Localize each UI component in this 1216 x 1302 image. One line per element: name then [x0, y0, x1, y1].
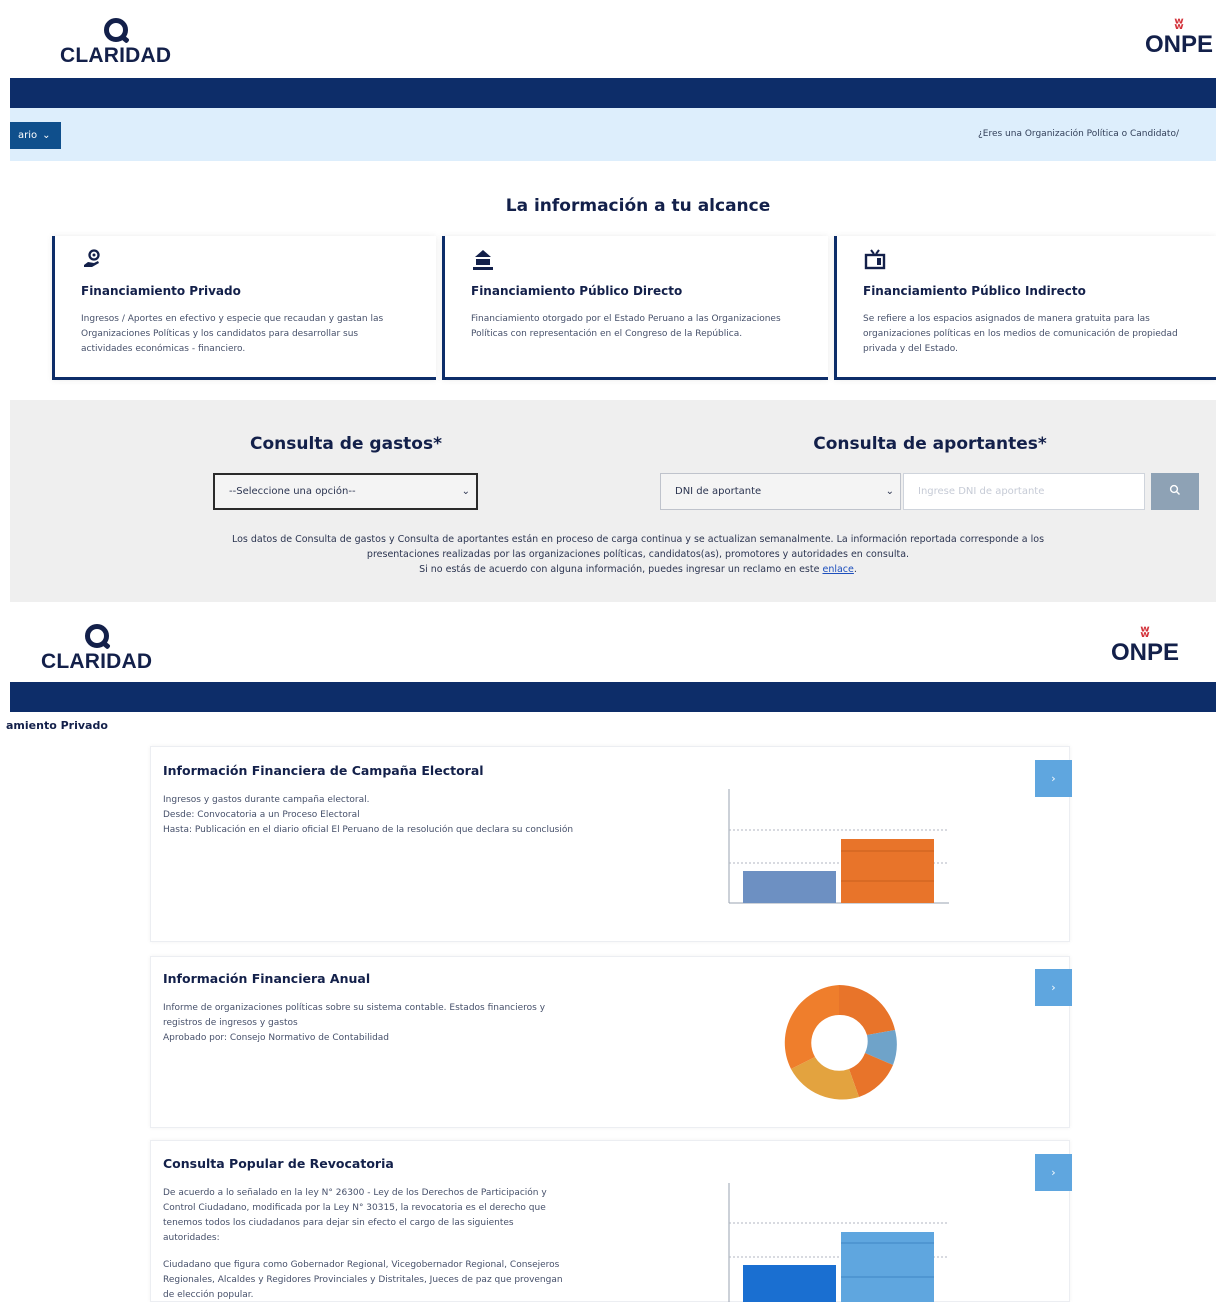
card-description: Se refiere a los espacios asignados de m…	[863, 314, 1178, 354]
chart-bar	[841, 839, 934, 903]
government-building-icon	[471, 248, 802, 274]
claridad-logo-icon	[84, 624, 109, 648]
detail-card-revocatoria[interactable]: Consulta Popular de Revocatoria De acuer…	[150, 1140, 1072, 1302]
detail-line: Aprobado por: Consejo Normativo de Conta…	[163, 1033, 390, 1043]
menu-dropdown-label: ario	[18, 130, 38, 141]
detail-card-financiera-anual[interactable]: Información Financiera Anual Informe de …	[150, 956, 1072, 1128]
reclamo-link[interactable]: enlace	[822, 564, 853, 575]
claridad-logo-text: CLARIDAD	[41, 650, 153, 673]
top-nav-band	[10, 78, 1216, 108]
claridad-logo-second[interactable]: CLARIDAD	[41, 624, 152, 674]
top-nav-band-second	[10, 682, 1216, 712]
claridad-logo-text: CLARIDAD	[60, 44, 172, 67]
claridad-logo[interactable]: CLARIDAD	[60, 18, 171, 68]
claridad-logo-icon	[103, 18, 128, 42]
onpe-logo-icon: ʬ	[1140, 622, 1150, 641]
detail-line: Informe de organizaciones políticas sobr…	[163, 1003, 546, 1028]
open-revocatoria-button[interactable]: ›	[1035, 1154, 1072, 1191]
card-financiamiento-publico-indirecto[interactable]: Financiamiento Público Indirecto Se refi…	[834, 236, 1216, 380]
open-campana-button[interactable]: ›	[1035, 760, 1072, 797]
search-button[interactable]	[1151, 473, 1199, 510]
info-section-title: La información a tu alcance	[505, 196, 771, 216]
card-title: Financiamiento Público Directo	[471, 284, 683, 298]
detail-card-description: Ingresos y gastos durante campaña electo…	[163, 793, 583, 838]
organization-candidate-link[interactable]: ¿Eres una Organización Política o Candid…	[978, 129, 1179, 139]
consulta-gastos-title: Consulta de gastos*	[249, 434, 442, 454]
donut-chart-illustration	[784, 985, 897, 1100]
menu-dropdown-button[interactable]: ario ⌄	[10, 122, 61, 149]
notice-line-3-end: .	[853, 564, 857, 575]
notice-line-1: Los datos de Consulta de gastos y Consul…	[231, 534, 1045, 545]
card-title: Financiamiento Privado	[81, 284, 241, 298]
notice-line-3-text: Si no estás de acuerdo con alguna inform…	[419, 564, 820, 575]
breadcrumb: amiento Privado	[6, 719, 108, 732]
aportantes-select-value: DNI de aportante	[675, 486, 762, 497]
chevron-right-icon: ›	[1051, 772, 1056, 785]
onpe-logo-second[interactable]: ʬ ONPE	[1111, 624, 1179, 666]
card-title: Financiamiento Público Indirecto	[863, 284, 1086, 298]
card-financiamiento-privado[interactable]: Financiamiento Privado Ingresos / Aporte…	[52, 236, 436, 380]
onpe-logo-text: ONPE	[1111, 639, 1180, 666]
card-description: Ingresos / Aportes en efectivo y especie…	[81, 314, 384, 354]
detail-line: Hasta: Publicación en el diario oficial …	[163, 825, 574, 835]
onpe-logo-icon: ʬ	[1174, 14, 1184, 33]
gastos-select-value: --Seleccione una opción--	[229, 486, 356, 497]
gastos-select[interactable]: --Seleccione una opción-- ⌄	[213, 473, 478, 510]
detail-card-campana-electoral[interactable]: Información Financiera de Campaña Electo…	[150, 746, 1072, 942]
notice-line-2: presentaciones realizadas por las organi…	[366, 549, 910, 560]
donut-slice	[784, 985, 839, 1069]
detail-card-title: Información Financiera Anual	[163, 971, 371, 986]
detail-card-description: Informe de organizaciones políticas sobr…	[163, 1001, 563, 1046]
detail-line: Ingresos y gastos durante campaña electo…	[163, 795, 370, 805]
hand-coin-icon	[81, 248, 410, 274]
search-icon	[1169, 484, 1181, 499]
chevron-right-icon: ›	[1051, 981, 1056, 994]
bar-chart-illustration	[728, 1183, 949, 1302]
bar-chart-illustration	[728, 789, 949, 904]
consulta-aportantes-title: Consulta de aportantes*	[813, 434, 1047, 454]
donut-slice	[839, 985, 895, 1035]
chevron-down-icon: ⌄	[461, 486, 470, 497]
open-financiera-anual-button[interactable]: ›	[1035, 969, 1072, 1006]
detail-line: Desde: Convocatoria a un Proceso Elector…	[163, 810, 360, 820]
aportante-dni-input[interactable]: Ingrese DNI de aportante	[903, 473, 1145, 510]
chevron-right-icon: ›	[1051, 1166, 1056, 1179]
detail-paragraph: De acuerdo a lo señalado en la ley N° 26…	[163, 1188, 547, 1243]
television-icon	[863, 248, 1190, 274]
detail-card-description: De acuerdo a lo señalado en la ley N° 26…	[163, 1186, 573, 1302]
card-financiamiento-publico-directo[interactable]: Financiamiento Público Directo Financiam…	[442, 236, 828, 380]
chevron-down-icon: ⌄	[885, 486, 894, 497]
chart-bar	[743, 871, 836, 903]
consulta-notice: Los datos de Consulta de gastos y Consul…	[100, 532, 1176, 577]
chart-bar	[743, 1265, 836, 1302]
detail-paragraph: Ciudadano que figura como Gobernador Reg…	[163, 1260, 563, 1300]
onpe-logo-text: ONPE	[1145, 31, 1214, 58]
detail-card-title: Información Financiera de Campaña Electo…	[163, 763, 484, 778]
detail-card-title: Consulta Popular de Revocatoria	[163, 1156, 394, 1171]
card-description: Financiamiento otorgado por el Estado Pe…	[471, 314, 781, 339]
notice-line-3: Si no estás de acuerdo con alguna inform…	[100, 562, 1176, 577]
aportantes-type-select[interactable]: DNI de aportante ⌄	[660, 473, 901, 510]
chevron-down-icon: ⌄	[42, 130, 51, 141]
onpe-logo[interactable]: ʬ ONPE	[1145, 16, 1213, 58]
